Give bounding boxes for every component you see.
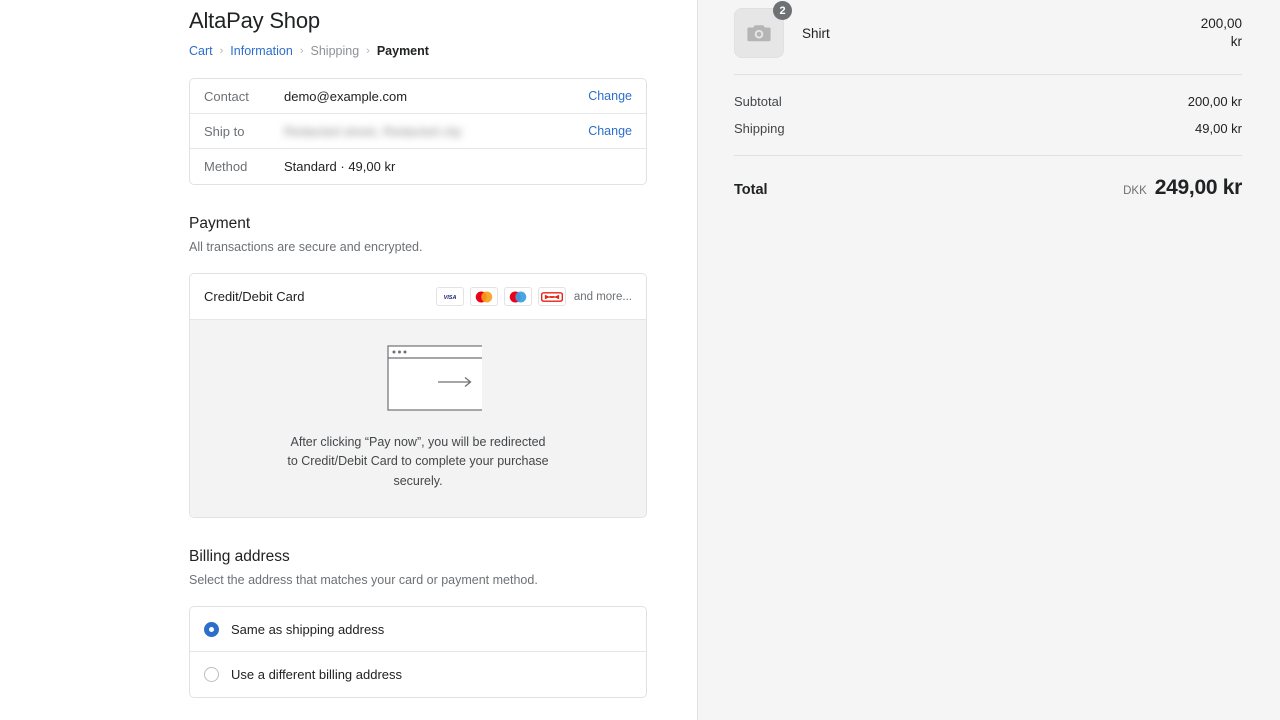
mastercard-icon [469, 287, 498, 306]
visa-icon: VISA [435, 287, 464, 306]
product-thumbnail-wrap: 2 [734, 1, 792, 58]
contact-value: demo@example.com [284, 88, 408, 104]
page-title: AltaPay Shop [189, 8, 320, 33]
breadcrumb-information[interactable]: Information [230, 44, 293, 58]
checkout-page: AltaPay Shop Cart › Information › Shippi… [0, 0, 1280, 720]
card-brand-list: VISA and more... [435, 287, 632, 306]
payment-method-label: Credit/Debit Card [204, 289, 305, 304]
shipping-label: Shipping [734, 121, 785, 136]
total-amount-group: DKK 249,00 kr [1123, 176, 1242, 200]
subtotal-row: Subtotal 200,00 kr [734, 88, 1242, 115]
review-row-contact: Contact demo@example.com Change [190, 79, 646, 114]
radio-different-billing[interactable] [204, 667, 219, 683]
billing-address-options: Same as shipping address Use a different… [189, 606, 647, 699]
product-price: 200,00 kr [1200, 15, 1242, 49]
redirect-text: After clicking “Pay now”, you will be re… [287, 435, 549, 488]
redirect-notice-panel: After clicking “Pay now”, you will be re… [190, 320, 646, 518]
billing-heading: Billing address [189, 548, 290, 566]
billing-option-different-address[interactable]: Use a different billing address [190, 652, 646, 697]
billing-subheading: Select the address that matches your car… [189, 573, 538, 588]
maestro-icon [503, 287, 532, 306]
order-summary-panel: 2 Shirt 200,00 kr Subtotal 200,00 kr Shi… [698, 0, 1280, 720]
total-label: Total [734, 182, 768, 198]
order-totals: Subtotal 200,00 kr Shipping 49,00 kr [734, 75, 1242, 142]
billing-option-label: Use a different billing address [231, 667, 403, 683]
subtotal-label: Subtotal [734, 94, 782, 109]
more-brands-label: and more... [573, 290, 632, 303]
chevron-right-icon: › [219, 45, 224, 57]
change-shipto-link[interactable]: Change [588, 124, 632, 138]
browser-redirect-icon [354, 342, 489, 419]
breadcrumb-shipping[interactable]: Shipping [311, 44, 360, 58]
payment-heading: Payment [189, 215, 251, 232]
shipto-value: Redacted street, Redacted city [284, 123, 462, 139]
order-line-item: 2 Shirt 200,00 kr [734, 0, 1242, 74]
checkout-main-column: AltaPay Shop Cart › Information › Shippi… [0, 0, 698, 720]
chevron-right-icon: › [299, 45, 304, 57]
radio-same-as-shipping[interactable] [204, 621, 219, 637]
contact-label: Contact [204, 88, 249, 104]
review-row-method: Method Standard · 49,00 kr [190, 149, 646, 184]
billing-option-same-as-shipping[interactable]: Same as shipping address [190, 607, 646, 653]
order-review-box: Contact demo@example.com Change Ship to … [189, 78, 647, 185]
breadcrumb-cart[interactable]: Cart [189, 44, 213, 58]
product-name: Shirt [802, 25, 830, 41]
dankort-icon [537, 287, 566, 306]
chevron-right-icon: › [366, 45, 370, 57]
method-value: Standard · 49,00 kr [284, 159, 396, 174]
shipping-value: 49,00 kr [1195, 121, 1242, 136]
billing-option-label: Same as shipping address [231, 621, 385, 637]
shipping-row: Shipping 49,00 kr [734, 115, 1242, 142]
breadcrumb: Cart › Information › Shipping › Payment [189, 44, 698, 58]
payment-method-box: Credit/Debit Card VISA and more... After… [189, 273, 647, 519]
review-row-shipto: Ship to Redacted street, Redacted city C… [190, 114, 646, 149]
shipto-label: Ship to [204, 123, 245, 139]
payment-method-header[interactable]: Credit/Debit Card VISA and more... [190, 274, 646, 320]
svg-text:VISA: VISA [443, 295, 456, 301]
grand-total-row: Total DKK 249,00 kr [734, 156, 1242, 200]
payment-subheading: All transactions are secure and encrypte… [189, 240, 423, 254]
breadcrumb-payment: Payment [376, 44, 429, 58]
currency-code: DKK [1123, 185, 1147, 197]
quantity-badge: 2 [773, 1, 792, 20]
total-amount: 249,00 kr [1154, 176, 1243, 199]
method-label: Method [204, 159, 248, 174]
change-contact-link[interactable]: Change [588, 89, 632, 103]
subtotal-value: 200,00 kr [1187, 94, 1242, 109]
